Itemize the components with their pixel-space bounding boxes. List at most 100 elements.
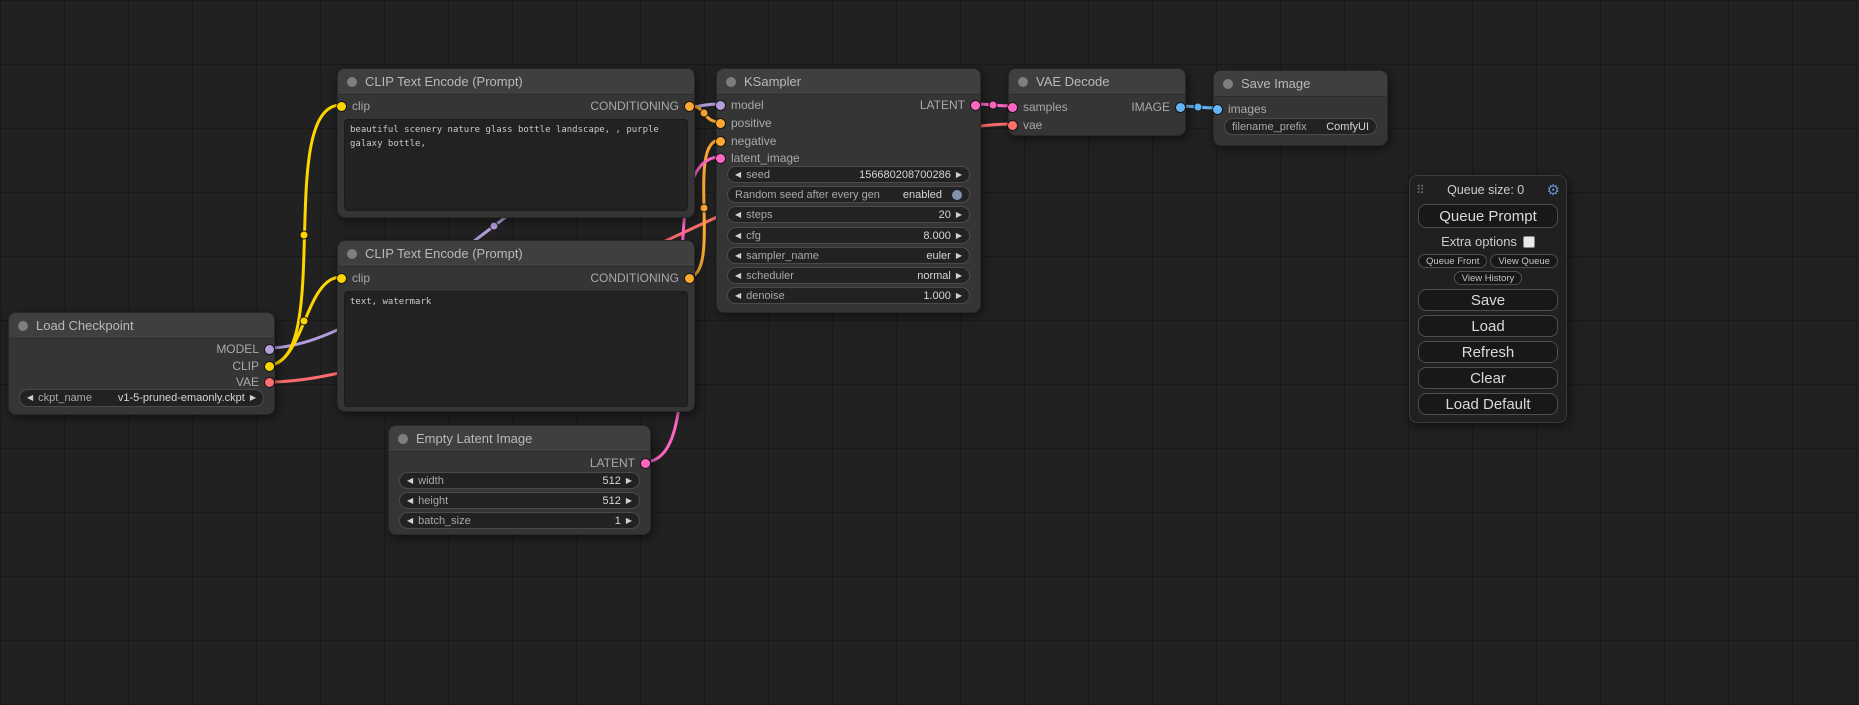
arrow-right-icon[interactable]: ▶ [626, 497, 632, 505]
widget-steps[interactable]: ◀ steps 20 ▶ [727, 206, 970, 223]
widget-label: ckpt_name [38, 392, 92, 404]
node-title-bar[interactable]: Load Checkpoint [9, 313, 274, 339]
collapse-dot-icon[interactable] [726, 77, 736, 87]
arrow-right-icon[interactable]: ▶ [956, 171, 962, 179]
drag-handle-icon[interactable]: ⠿ [1416, 184, 1425, 196]
arrow-left-icon[interactable]: ◀ [735, 232, 741, 240]
node-title: KSampler [744, 74, 801, 89]
prompt-textarea[interactable]: text, watermark [344, 291, 688, 407]
toggle-knob-icon[interactable] [952, 190, 962, 200]
widget-batch-size[interactable]: ◀ batch_size 1 ▶ [399, 512, 640, 529]
widget-sampler-name[interactable]: ◀ sampler_name euler ▶ [727, 247, 970, 264]
input-slot-positive[interactable] [716, 119, 725, 128]
output-label-conditioning: CONDITIONING [590, 270, 679, 286]
link-dot-cond-pos [700, 109, 708, 117]
widget-ckpt-name[interactable]: ◀ ckpt_name v1-5-pruned-emaonly.ckpt ▶ [19, 389, 264, 407]
widget-height[interactable]: ◀ height 512 ▶ [399, 492, 640, 509]
arrow-left-icon[interactable]: ◀ [735, 292, 741, 300]
output-slot-vae[interactable] [265, 378, 274, 387]
arrow-right-icon[interactable]: ▶ [956, 232, 962, 240]
view-queue-button[interactable]: View Queue [1490, 254, 1558, 268]
collapse-dot-icon[interactable] [18, 321, 28, 331]
node-ksampler[interactable]: KSampler model positive negative latent_… [716, 68, 981, 313]
node-clip-text-encode-positive[interactable]: CLIP Text Encode (Prompt) clip CONDITION… [337, 68, 695, 218]
arrow-right-icon[interactable]: ▶ [956, 272, 962, 280]
node-load-checkpoint[interactable]: Load Checkpoint MODEL CLIP VAE ◀ ckpt_na… [8, 312, 275, 415]
input-slot-model[interactable] [716, 101, 725, 110]
arrow-left-icon[interactable]: ◀ [735, 272, 741, 280]
link-dot-cond-neg [700, 204, 708, 212]
node-title-bar[interactable]: KSampler [717, 69, 980, 95]
input-slot-images[interactable] [1213, 105, 1222, 114]
widget-cfg[interactable]: ◀ cfg 8.000 ▶ [727, 227, 970, 244]
widget-seed[interactable]: ◀ seed 156680208700286 ▶ [727, 166, 970, 183]
widget-random-seed-toggle[interactable]: Random seed after every gen enabled [727, 186, 970, 203]
input-label-images: images [1228, 101, 1267, 117]
arrow-left-icon[interactable]: ◀ [27, 394, 33, 402]
arrow-right-icon[interactable]: ▶ [956, 292, 962, 300]
arrow-left-icon[interactable]: ◀ [407, 517, 413, 525]
output-slot-image[interactable] [1176, 103, 1185, 112]
arrow-right-icon[interactable]: ▶ [626, 517, 632, 525]
input-slot-latent-image[interactable] [716, 154, 725, 163]
input-slot-clip[interactable] [337, 102, 346, 111]
output-slot-clip[interactable] [265, 362, 274, 371]
collapse-dot-icon[interactable] [347, 77, 357, 87]
collapse-dot-icon[interactable] [347, 249, 357, 259]
widget-value: 1.000 [923, 290, 951, 302]
save-button[interactable]: Save [1418, 289, 1558, 311]
arrow-right-icon[interactable]: ▶ [956, 252, 962, 260]
output-slot-latent[interactable] [641, 459, 650, 468]
prompt-textarea[interactable]: beautiful scenery nature glass bottle la… [344, 119, 688, 211]
queue-prompt-button[interactable]: Queue Prompt [1418, 204, 1558, 228]
refresh-button[interactable]: Refresh [1418, 341, 1558, 363]
collapse-dot-icon[interactable] [398, 434, 408, 444]
widget-filename-prefix[interactable]: filename_prefix ComfyUI [1224, 118, 1377, 135]
output-slot-conditioning[interactable] [685, 102, 694, 111]
output-label-vae: VAE [236, 374, 259, 390]
settings-gear-icon[interactable]: ⚙ [1547, 183, 1560, 198]
output-slot-conditioning[interactable] [685, 274, 694, 283]
widget-value: 156680208700286 [859, 169, 951, 181]
node-empty-latent-image[interactable]: Empty Latent Image LATENT ◀ width 512 ▶ … [388, 425, 651, 535]
node-title-bar[interactable]: Save Image [1214, 71, 1387, 97]
collapse-dot-icon[interactable] [1018, 77, 1028, 87]
node-clip-text-encode-negative[interactable]: CLIP Text Encode (Prompt) clip CONDITION… [337, 240, 695, 412]
input-slot-negative[interactable] [716, 137, 725, 146]
widget-label: scheduler [746, 270, 794, 282]
arrow-right-icon[interactable]: ▶ [250, 394, 256, 402]
node-title-bar[interactable]: VAE Decode [1009, 69, 1185, 95]
widget-width[interactable]: ◀ width 512 ▶ [399, 472, 640, 489]
queue-panel[interactable]: ⠿ Queue size: 0 ⚙ Queue Prompt Extra opt… [1409, 175, 1567, 423]
collapse-dot-icon[interactable] [1223, 79, 1233, 89]
widget-scheduler[interactable]: ◀ scheduler normal ▶ [727, 267, 970, 284]
node-title-bar[interactable]: CLIP Text Encode (Prompt) [338, 69, 694, 95]
node-title-bar[interactable]: Empty Latent Image [389, 426, 650, 452]
input-slot-vae[interactable] [1008, 121, 1017, 130]
input-slot-samples[interactable] [1008, 103, 1017, 112]
arrow-left-icon[interactable]: ◀ [735, 252, 741, 260]
arrow-right-icon[interactable]: ▶ [626, 477, 632, 485]
input-slot-clip[interactable] [337, 274, 346, 283]
output-label-conditioning: CONDITIONING [590, 98, 679, 114]
output-slot-model[interactable] [265, 345, 274, 354]
arrow-left-icon[interactable]: ◀ [735, 211, 741, 219]
extra-options-checkbox[interactable] [1523, 236, 1535, 248]
arrow-left-icon[interactable]: ◀ [735, 171, 741, 179]
load-default-button[interactable]: Load Default [1418, 393, 1558, 415]
node-save-image[interactable]: Save Image images filename_prefix ComfyU… [1213, 70, 1388, 146]
arrow-right-icon[interactable]: ▶ [956, 211, 962, 219]
load-button[interactable]: Load [1418, 315, 1558, 337]
widget-denoise[interactable]: ◀ denoise 1.000 ▶ [727, 287, 970, 304]
comfyui-canvas[interactable]: { "icons": { "arrow_left": "◀", "arrow_r… [0, 0, 1859, 705]
extra-options-label: Extra options [1441, 234, 1517, 249]
widget-value: 8.000 [923, 230, 951, 242]
arrow-left-icon[interactable]: ◀ [407, 477, 413, 485]
queue-front-button[interactable]: Queue Front [1418, 254, 1487, 268]
view-history-button[interactable]: View History [1454, 271, 1523, 285]
output-slot-latent[interactable] [971, 101, 980, 110]
arrow-left-icon[interactable]: ◀ [407, 497, 413, 505]
node-vae-decode[interactable]: VAE Decode samples vae IMAGE [1008, 68, 1186, 136]
node-title-bar[interactable]: CLIP Text Encode (Prompt) [338, 241, 694, 267]
clear-button[interactable]: Clear [1418, 367, 1558, 389]
